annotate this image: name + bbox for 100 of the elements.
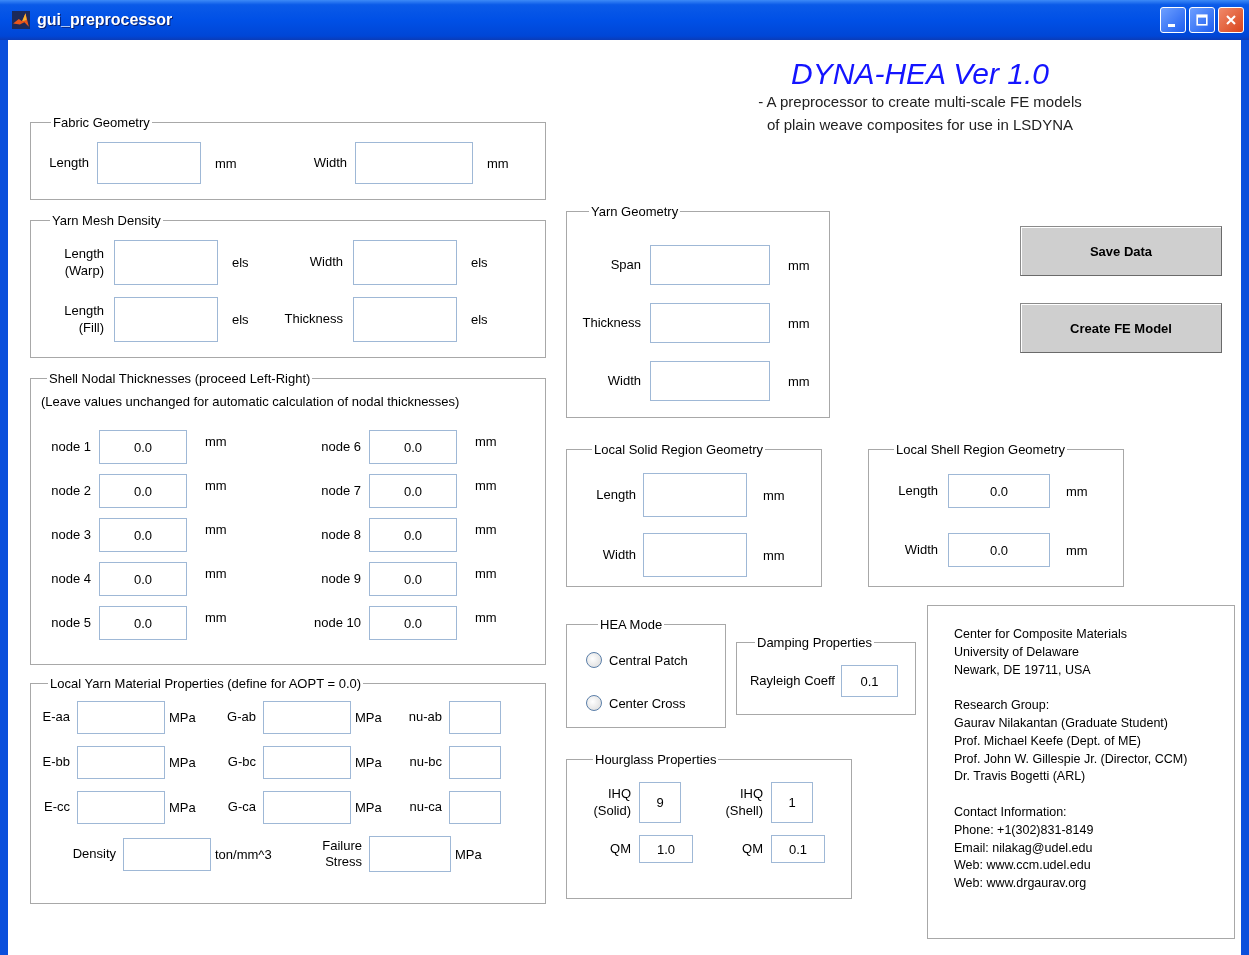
input-field[interactable] <box>643 473 747 517</box>
input-field[interactable]: 0.0 <box>369 474 457 508</box>
field-label: Length <box>595 486 636 504</box>
input-field[interactable]: 0.0 <box>99 474 187 508</box>
field-label: G-bc <box>226 754 256 771</box>
unit-label: mm <box>205 478 228 493</box>
maximize-button[interactable] <box>1189 7 1215 33</box>
input-field[interactable] <box>650 303 770 343</box>
maximize-icon <box>1194 12 1210 28</box>
input-field[interactable]: 1 <box>771 782 813 823</box>
unit-label: mm <box>1066 483 1089 499</box>
input-field[interactable]: 1.0 <box>639 835 693 863</box>
radio-button[interactable]: Central Patch <box>586 652 725 668</box>
input-field[interactable]: 0.0 <box>99 518 187 552</box>
input-field[interactable]: 0.0 <box>99 430 187 464</box>
input-field[interactable]: 0.0 <box>99 562 187 596</box>
field-label: IHQ (Shell) <box>724 786 763 819</box>
input-field[interactable]: 0.1 <box>771 835 825 863</box>
unit-label: mm <box>475 522 498 537</box>
field-label: Width <box>308 254 343 271</box>
input-field[interactable]: 0.0 <box>99 606 187 640</box>
unit-label: mm <box>487 155 510 171</box>
input-field[interactable] <box>123 837 211 871</box>
unit-label: mm <box>475 478 498 493</box>
input-field[interactable]: 0.0 <box>369 606 457 640</box>
input-field[interactable] <box>369 836 451 872</box>
field-label: G-ca <box>226 799 256 816</box>
input-field[interactable]: 9 <box>639 782 681 823</box>
input-field[interactable] <box>263 701 351 734</box>
field-label: node 8 <box>320 526 361 544</box>
field-label: nu-bc <box>408 754 442 771</box>
close-button[interactable] <box>1218 7 1244 33</box>
group-title: Hourglass Properties <box>594 752 718 767</box>
input-field[interactable] <box>263 791 351 824</box>
input-field[interactable] <box>77 791 165 824</box>
field-label: Failure Stress <box>321 837 362 871</box>
input-field[interactable] <box>353 240 457 285</box>
input-field[interactable] <box>97 142 201 184</box>
action-button[interactable]: Create FE Model <box>1020 303 1222 353</box>
input-field[interactable] <box>114 240 218 285</box>
field-label: E-aa <box>41 709 70 726</box>
unit-label: MPa <box>355 800 383 815</box>
subtitle-text: of plain weave composites for use in LSDYNA <box>766 115 1074 135</box>
input-field[interactable]: 0.0 <box>948 474 1050 508</box>
info-text: Dr. Travis Bogetti (ARL) <box>954 768 1087 786</box>
input-field[interactable] <box>353 297 457 342</box>
unit-label: MPa <box>355 755 383 770</box>
field-label: Length <box>897 482 938 500</box>
input-field[interactable] <box>643 533 747 577</box>
input-field[interactable] <box>263 746 351 779</box>
input-field[interactable]: 0.0 <box>948 533 1050 567</box>
input-field[interactable]: 0.0 <box>369 562 457 596</box>
unit-label: MPa <box>169 800 197 815</box>
input-field[interactable] <box>650 361 770 401</box>
unit-label: els <box>232 312 250 327</box>
input-field[interactable]: 0.0 <box>369 430 457 464</box>
input-field[interactable]: 0.1 <box>841 665 898 697</box>
field-label: node 10 <box>313 614 361 632</box>
field-label: node 3 <box>50 526 91 544</box>
input-field[interactable] <box>449 701 501 734</box>
unit-label: MPa <box>169 755 197 770</box>
group-title: Shell Nodal Thicknesses (proceed Left-Right) <box>48 371 312 386</box>
field-label: node 7 <box>320 482 361 500</box>
radio-button[interactable]: Center Cross <box>586 695 725 711</box>
field-label: QM <box>609 840 631 858</box>
field-label: Thickness <box>283 311 343 328</box>
input-field[interactable] <box>77 746 165 779</box>
input-field[interactable] <box>650 245 770 285</box>
unit-label: els <box>471 312 489 327</box>
field-label: Length <box>48 154 89 172</box>
field-label: Density <box>71 845 116 863</box>
unit-label: mm <box>763 487 786 503</box>
field-label: Width <box>606 372 641 390</box>
action-button[interactable]: Save Data <box>1020 226 1222 276</box>
unit-label: mm <box>205 610 228 625</box>
unit-label: mm <box>205 434 228 449</box>
input-field[interactable] <box>77 701 165 734</box>
unit-label: mm <box>788 315 811 331</box>
unit-label: MPa <box>355 710 383 725</box>
app-title: DYNA-HEA Ver 1.0 <box>790 58 1050 90</box>
unit-label: mm <box>475 610 498 625</box>
minimize-button[interactable] <box>1160 7 1186 33</box>
unit-label: mm <box>763 547 786 563</box>
subtitle-text: - A preprocessor to create multi-scale FE models <box>757 92 1083 112</box>
input-field[interactable] <box>114 297 218 342</box>
unit-label: mm <box>1066 542 1089 558</box>
field-label: nu-ca <box>408 799 442 816</box>
unit-label: els <box>471 255 489 270</box>
group-title: Yarn Mesh Density <box>51 213 162 228</box>
input-field[interactable] <box>355 142 473 184</box>
unit-label: MPa <box>169 710 197 725</box>
input-field[interactable]: 0.0 <box>369 518 457 552</box>
field-label: Length (Warp) <box>63 246 104 279</box>
info-text: Prof. John W. Gillespie Jr. (Director, CCM) <box>954 750 1189 768</box>
info-text: Gaurav Nilakantan (Graduate Student) <box>954 715 1169 732</box>
app-icon <box>12 11 30 29</box>
input-field[interactable] <box>449 746 501 779</box>
input-field[interactable] <box>449 791 501 824</box>
info-text: Center for Composite Materials <box>954 626 1128 643</box>
info-text: Email: nilakag@udel.edu <box>954 839 1094 857</box>
